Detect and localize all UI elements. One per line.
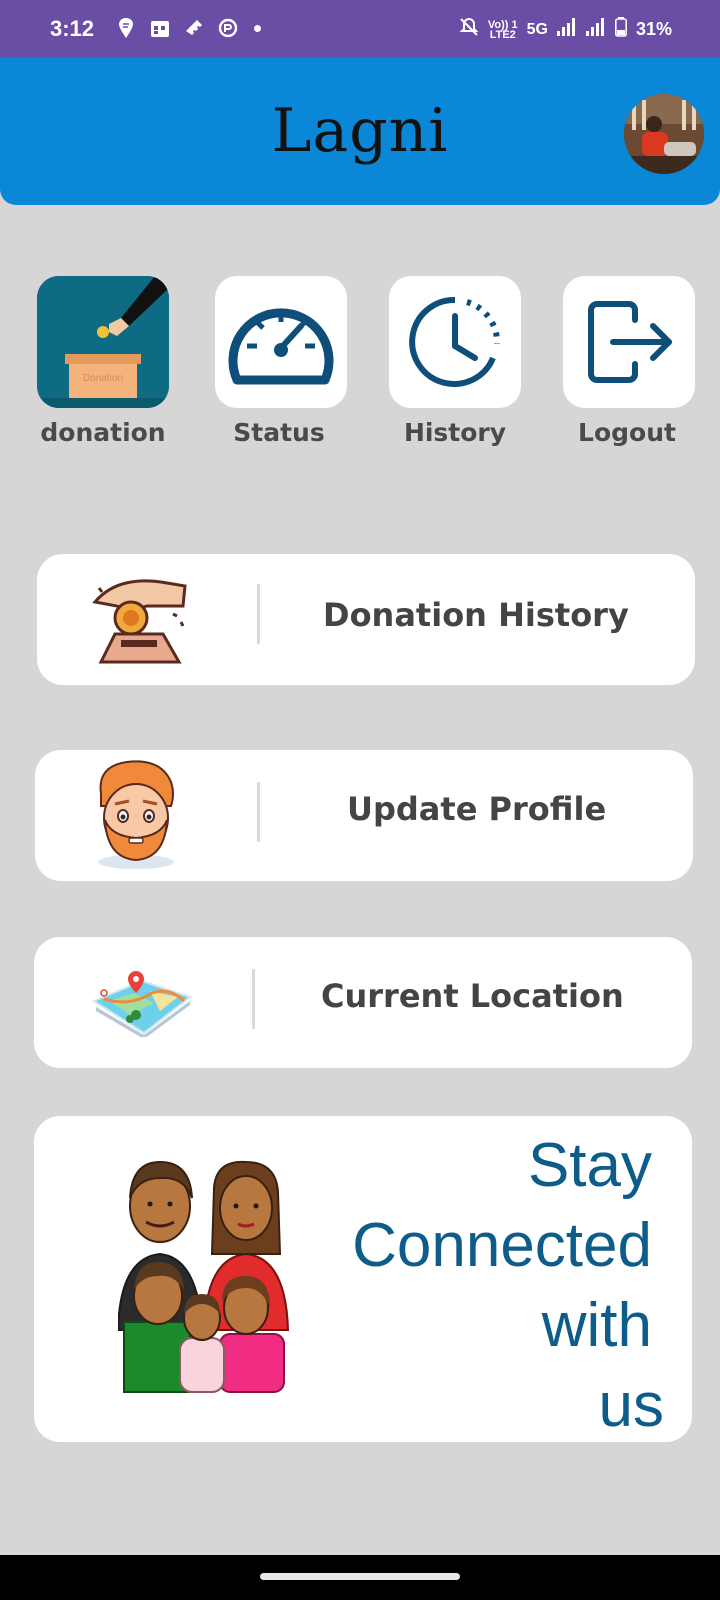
donation-box-icon: Donation <box>37 276 169 408</box>
ticket-icon <box>184 18 204 38</box>
donation-label: donation <box>40 418 166 447</box>
current-location-label: Current Location <box>321 977 624 1015</box>
status-bar: 3:12 Vo)) 1 LTE2 5G 31% <box>0 0 720 58</box>
card-divider <box>252 969 255 1029</box>
volte-indicator: Vo)) 1 LTE2 <box>488 19 518 41</box>
hand-coin-icon <box>92 579 187 664</box>
network-type: 5G <box>526 20 548 38</box>
app-title: Lagni <box>271 96 449 166</box>
stay-line-4: us <box>598 1371 664 1440</box>
app-header: Lagni <box>0 58 720 205</box>
card-divider <box>257 782 260 842</box>
system-indicators: Vo)) 1 LTE2 5G 31% <box>459 17 672 42</box>
svg-text:Donation: Donation <box>83 373 123 384</box>
clock-history-icon <box>409 296 501 387</box>
stay-line-2: Connected <box>352 1211 652 1280</box>
status-label: Status <box>233 418 325 447</box>
stay-connected-card[interactable]: Stay Connected with us <box>34 1116 692 1442</box>
logout-label: Logout <box>578 418 676 447</box>
current-location-card[interactable]: Current Location <box>34 937 692 1068</box>
donation-tile[interactable]: Donation <box>37 276 169 408</box>
donation-history-card[interactable]: Donation History <box>37 554 695 685</box>
stay-line-3: with <box>541 1291 652 1360</box>
history-tile[interactable] <box>389 276 521 408</box>
logout-icon <box>588 301 672 383</box>
stay-line-1: Stay <box>527 1131 652 1200</box>
map-location-icon <box>91 971 193 1037</box>
signal-icon-1 <box>556 18 577 41</box>
swiggy-icon <box>116 18 136 38</box>
family-illustration-icon <box>118 1160 290 1393</box>
volte-label-bottom: LTE2 <box>489 28 516 41</box>
status-time: 3:12 <box>50 16 95 41</box>
donation-history-label: Donation History <box>323 596 629 634</box>
speedometer-icon <box>228 308 334 385</box>
battery-icon <box>614 17 627 42</box>
card-divider <box>257 584 260 644</box>
battery-percent: 31% <box>635 19 672 39</box>
update-profile-label: Update Profile <box>347 790 607 828</box>
history-label: History <box>403 418 507 447</box>
update-profile-card[interactable]: Update Profile <box>35 750 693 881</box>
profile-avatar-icon <box>98 760 174 869</box>
app-notification-icon <box>218 18 238 38</box>
bell-muted-icon <box>459 17 479 42</box>
notification-icons <box>116 18 261 38</box>
avatar[interactable] <box>624 94 704 174</box>
status-tile[interactable] <box>215 276 347 408</box>
calendar-icon <box>150 18 170 38</box>
signal-icon-2 <box>585 18 606 41</box>
home-gesture-handle[interactable] <box>260 1573 460 1580</box>
logout-tile[interactable] <box>563 276 695 408</box>
more-notifications-icon <box>254 24 261 32</box>
system-nav-bar <box>0 1555 720 1600</box>
